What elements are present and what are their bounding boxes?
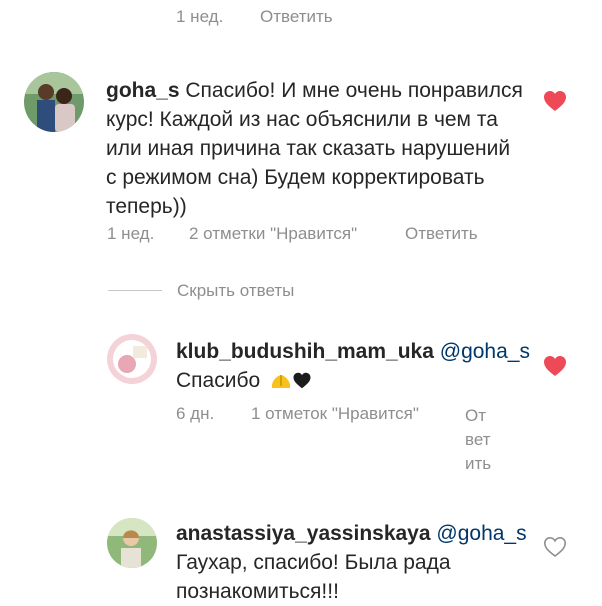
replies-divider — [108, 290, 162, 291]
avatar-anastassiya-yassinskaya[interactable] — [107, 518, 157, 568]
comment-text-line: с режимом сна) Будем корректировать — [106, 166, 485, 189]
mention-link[interactable]: @goha_s — [436, 522, 526, 545]
reply-button[interactable]: Ответить — [405, 224, 478, 244]
heart-filled-icon[interactable] — [543, 90, 567, 112]
avatar-photo-icon — [107, 518, 157, 568]
reply-button-part: ить — [465, 454, 492, 473]
avatar-goha-s[interactable] — [24, 72, 84, 132]
reply-text: Спасибо — [176, 369, 261, 392]
comment-username[interactable]: goha_s — [106, 79, 180, 102]
hands-emoji-icon — [270, 369, 292, 398]
comment-text-line: теперь)) — [106, 195, 187, 218]
avatar-klub-budushih-mam[interactable] — [107, 334, 157, 384]
heart-filled-icon[interactable] — [543, 355, 567, 377]
comment-text-line: курс! Каждой из нас объяснили в чем та — [106, 108, 498, 131]
hide-replies-button[interactable]: Скрыть ответы — [177, 281, 294, 301]
reply-body: anastassiya_yassinskaya @goha_s Гаухар, … — [176, 519, 536, 606]
reply-text-line: Гаухар, спасибо! Была рада — [176, 551, 451, 574]
comment-body: goha_s Спасибо! И мне очень понравился к… — [106, 76, 546, 221]
comment-time: 1 нед. — [176, 7, 224, 26]
club-logo-icon — [107, 334, 157, 384]
likes-count[interactable]: 1 отметок "Нравится" — [251, 404, 419, 424]
heart-outline-icon[interactable] — [543, 536, 567, 558]
reply-button[interactable]: От вет ить — [465, 404, 491, 476]
reply-button-part: вет — [465, 430, 491, 449]
comment-text-line: Спасибо! И мне очень понравился — [185, 79, 523, 102]
avatar-photo-icon — [24, 72, 84, 132]
reply-text-line: познакомиться!!! — [176, 580, 339, 603]
reply-button-part: От — [465, 406, 487, 425]
likes-count[interactable]: 2 отметки "Нравится" — [189, 224, 357, 244]
comment-time: 1 нед. — [107, 224, 155, 243]
black-heart-icon — [292, 368, 312, 397]
mention-link[interactable]: @goha_s — [440, 340, 530, 363]
reply-username[interactable]: klub_budushih_mam_uka — [176, 340, 434, 363]
reply-time: 6 дн. — [176, 404, 215, 423]
reply-body: klub_budushih_mam_uka @goha_s Спасибо — [176, 337, 536, 398]
comment-text-line: или иная причина так сказать нарушений — [106, 137, 511, 160]
reply-username[interactable]: anastassiya_yassinskaya — [176, 522, 431, 545]
reply-button[interactable]: Ответить — [260, 7, 333, 27]
